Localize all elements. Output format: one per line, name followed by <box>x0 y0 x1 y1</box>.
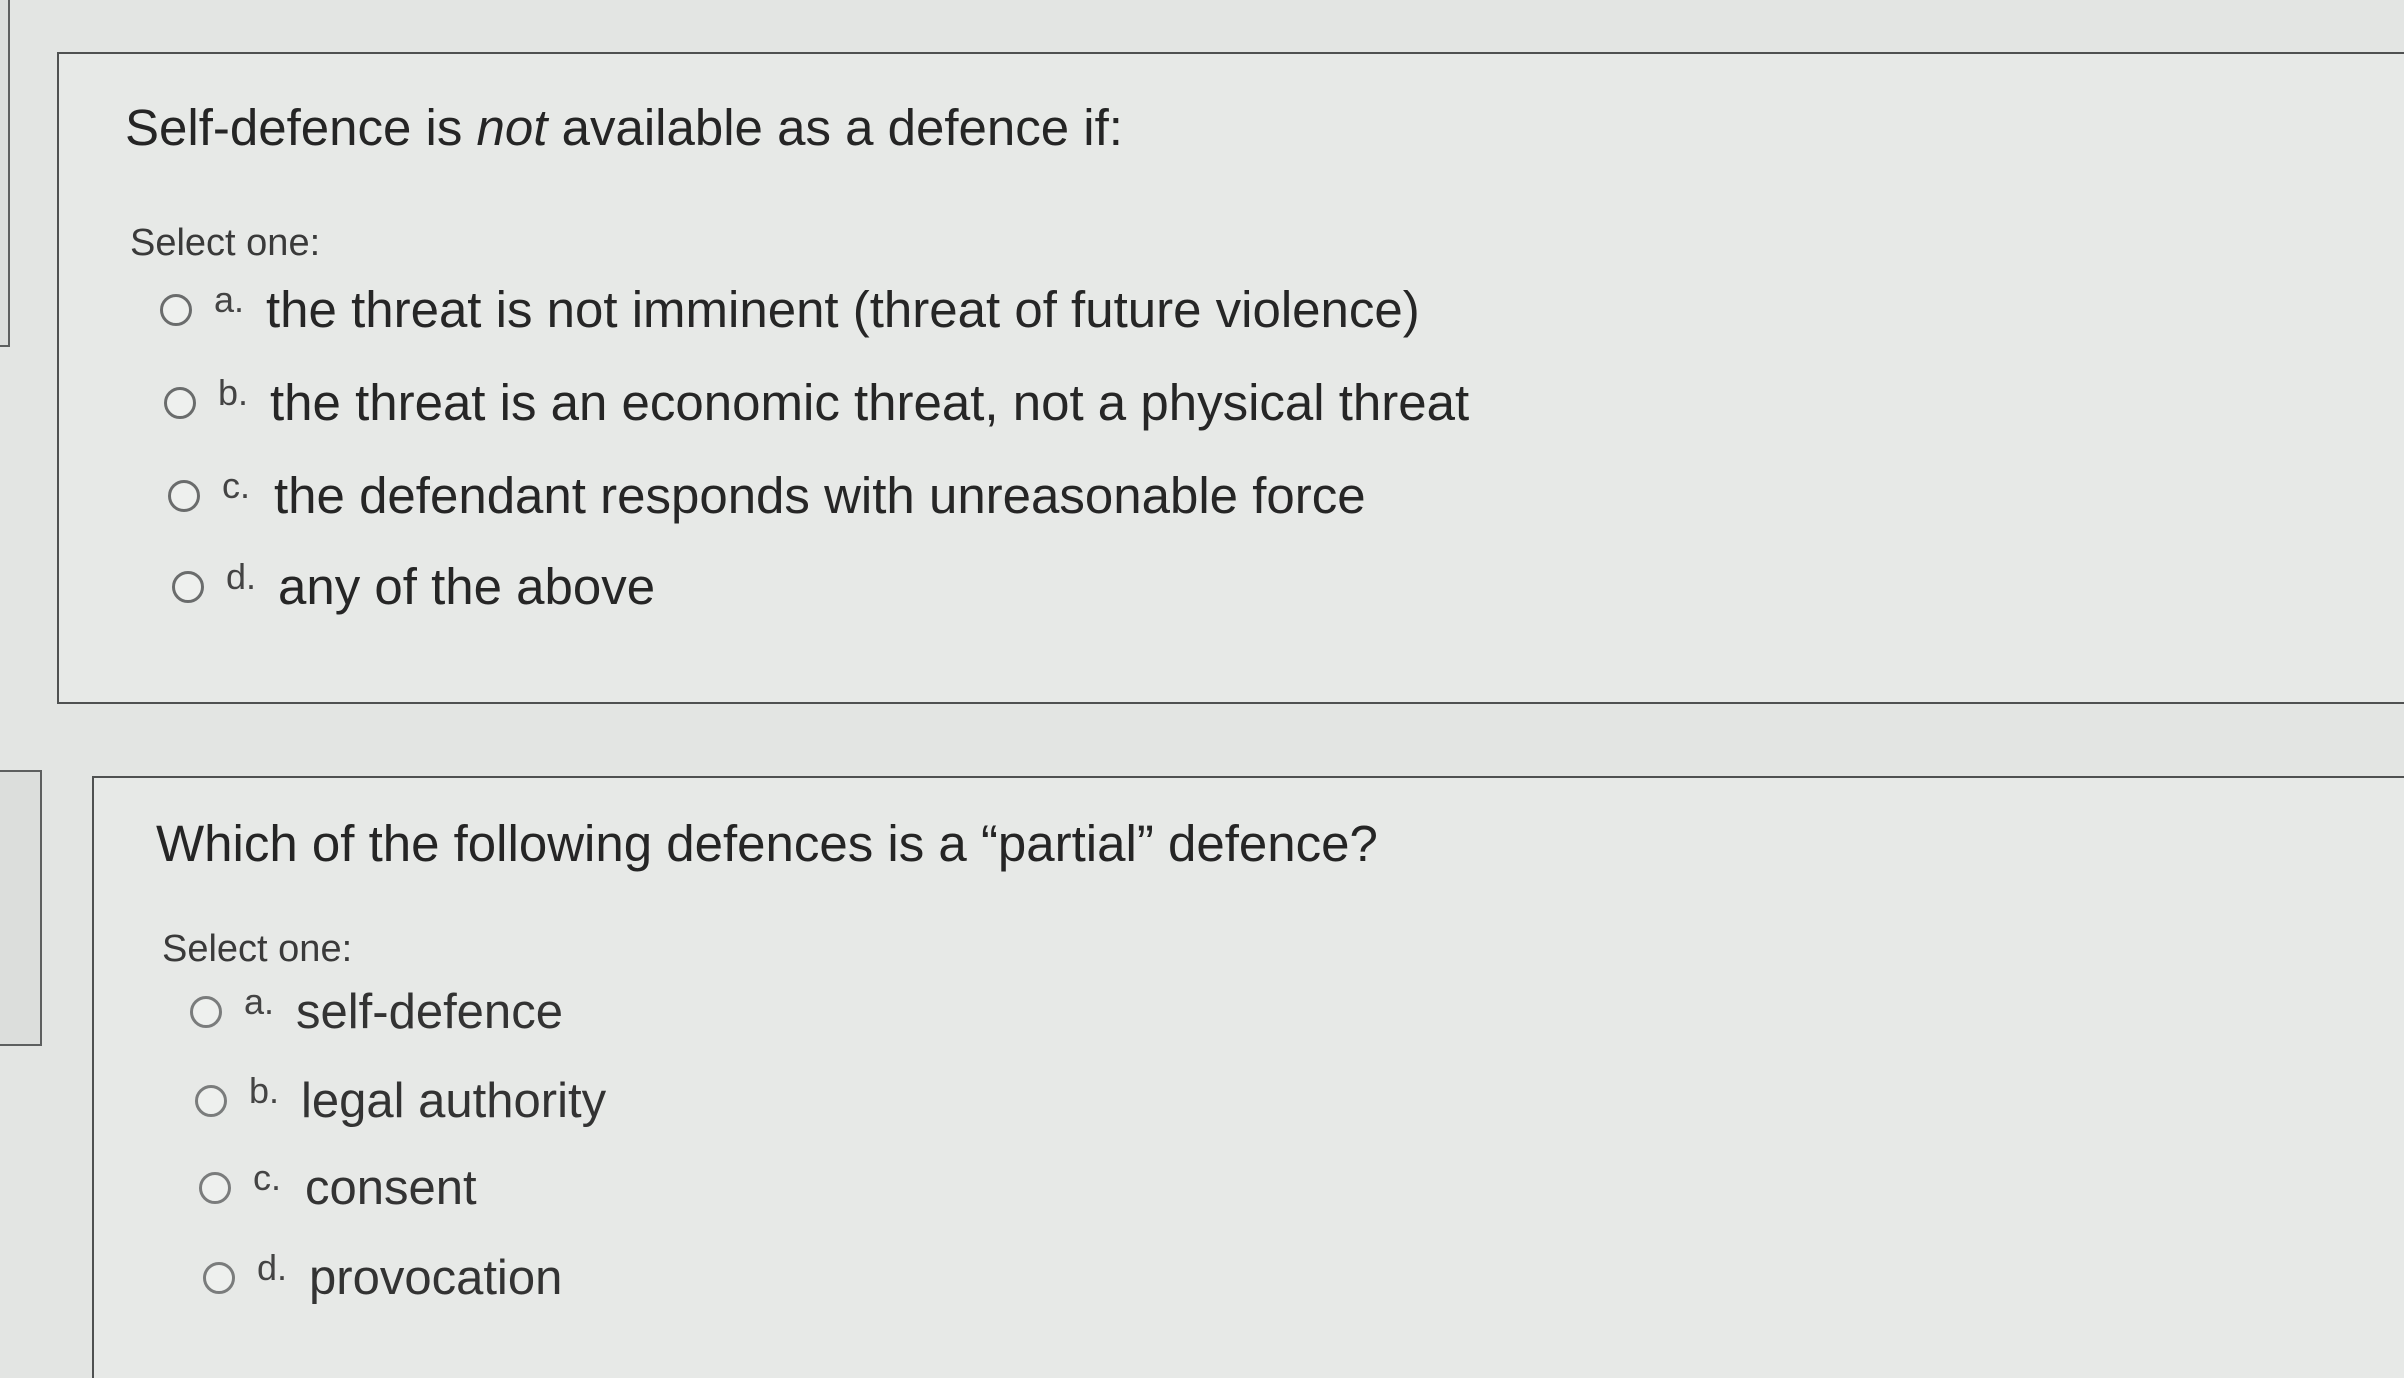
question-1-option-b[interactable]: b. the threat is an economic threat, not… <box>164 371 1470 432</box>
radio-button[interactable] <box>203 1262 235 1294</box>
question-1-text-emphasis: not <box>476 99 548 156</box>
question-1-text: Self-defence is not available as a defen… <box>125 98 1123 157</box>
question-1-option-d[interactable]: d. any of the above <box>172 555 656 616</box>
question-nav-panel-edge <box>0 770 42 1046</box>
option-letter: b. <box>218 371 249 413</box>
option-letter: c. <box>253 1157 282 1198</box>
question-1-text-start: Self-defence is <box>125 99 477 156</box>
option-text: legal authority <box>301 1074 607 1128</box>
radio-button[interactable] <box>164 386 196 419</box>
option-letter: b. <box>249 1070 280 1111</box>
question-1-select-label: Select one: <box>130 222 321 264</box>
question-2-option-d[interactable]: d. provocation <box>203 1247 563 1306</box>
radio-button[interactable] <box>168 479 200 512</box>
question-2-select-label: Select one: <box>162 928 353 970</box>
option-text: consent <box>305 1161 477 1215</box>
option-text: the threat is an economic threat, not a … <box>270 374 1470 431</box>
option-text: the threat is not imminent (threat of fu… <box>266 281 1420 338</box>
option-text: self-defence <box>296 985 563 1039</box>
question-2-card: Which of the following defences is a “pa… <box>92 776 2404 1378</box>
option-letter: d. <box>226 555 257 597</box>
option-text: the defendant responds with unreasonable… <box>274 467 1366 524</box>
option-letter: c. <box>222 464 251 506</box>
option-text: any of the above <box>278 558 656 615</box>
question-1-option-a[interactable]: a. the threat is not imminent (threat of… <box>160 278 1420 339</box>
question-2-text: Which of the following defences is a “pa… <box>156 815 1378 872</box>
previous-panel-edge <box>0 0 10 347</box>
question-2-option-c[interactable]: c. consent <box>199 1157 477 1216</box>
radio-button[interactable] <box>160 293 192 326</box>
option-letter: d. <box>257 1247 288 1288</box>
question-1-text-end: available as a defence if: <box>547 99 1123 156</box>
question-1-option-c[interactable]: c. the defendant responds with unreasona… <box>168 464 1366 525</box>
radio-button[interactable] <box>195 1085 227 1117</box>
option-letter: a. <box>214 278 245 320</box>
option-text: provocation <box>309 1251 563 1305</box>
question-2-option-a[interactable]: a. self-defence <box>190 981 563 1040</box>
radio-button[interactable] <box>172 570 204 603</box>
radio-button[interactable] <box>190 996 222 1028</box>
question-2-option-b[interactable]: b. legal authority <box>195 1070 607 1129</box>
option-letter: a. <box>244 981 275 1022</box>
radio-button[interactable] <box>199 1172 231 1204</box>
question-1-card: Self-defence is not available as a defen… <box>57 52 2404 704</box>
